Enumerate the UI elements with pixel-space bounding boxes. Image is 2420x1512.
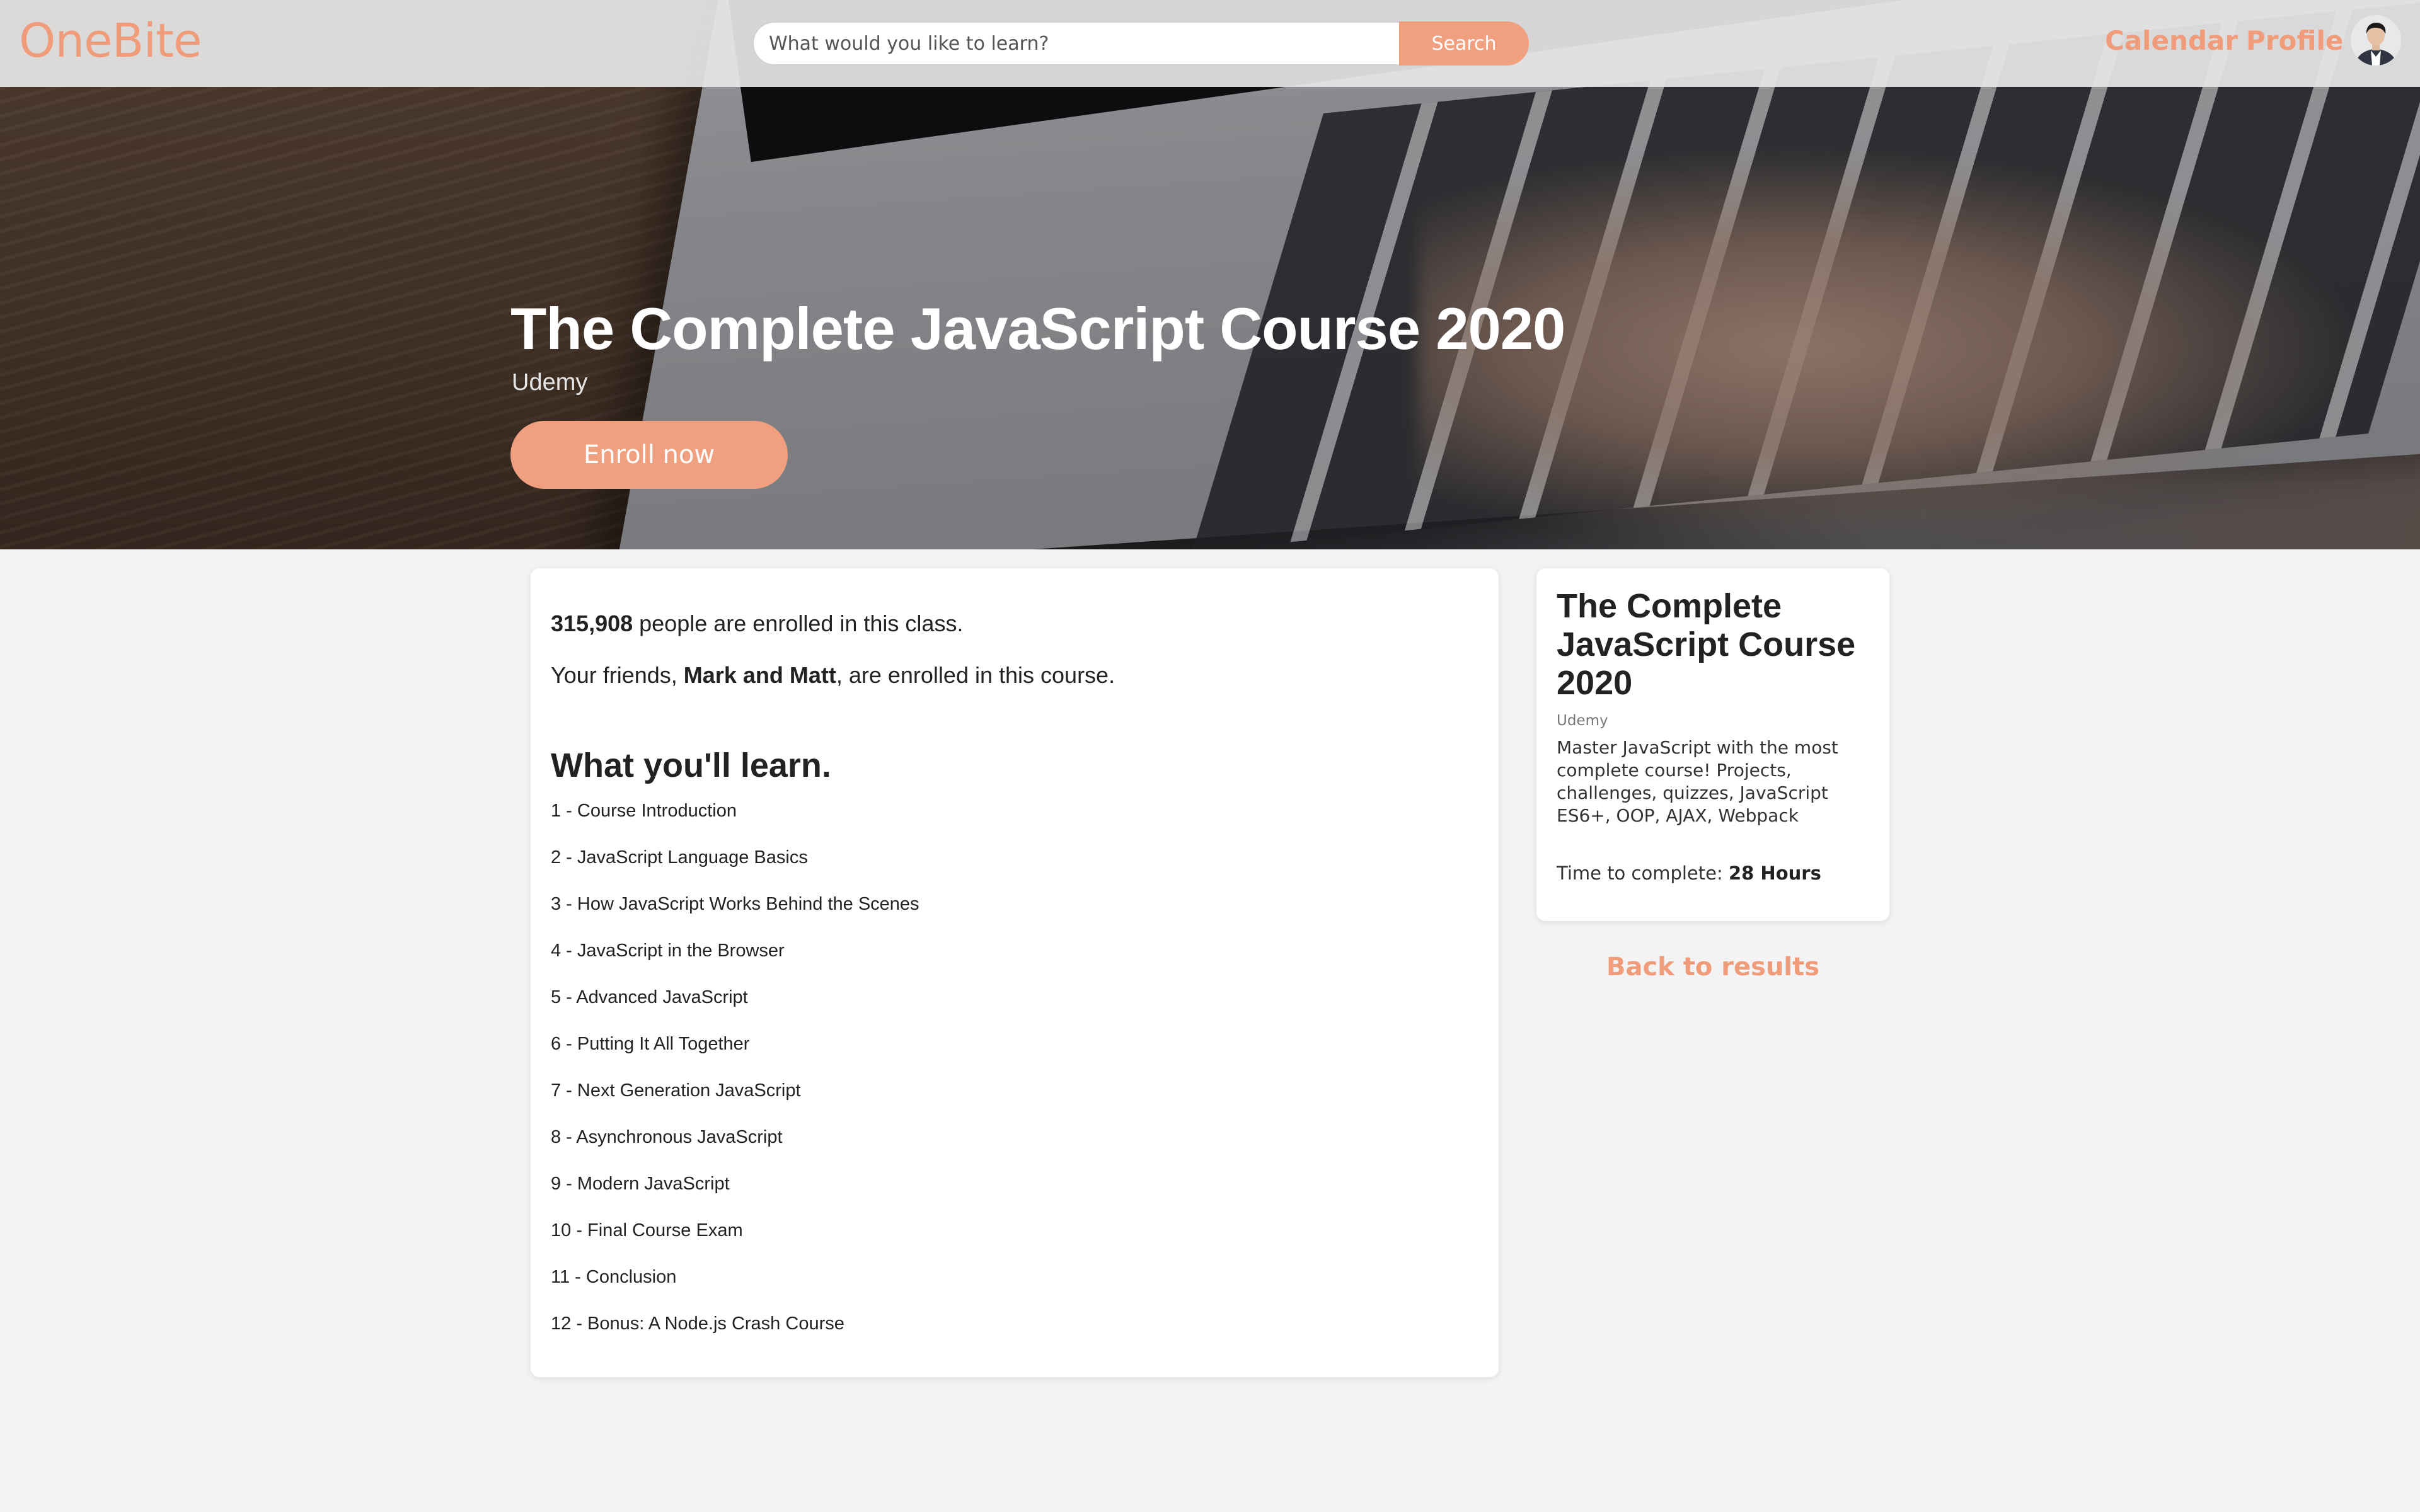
lesson-item: 4 - JavaScript in the Browser [551, 941, 785, 961]
enrollment-count-suffix: people are enrolled in this class. [633, 610, 964, 636]
lesson-item: 8 - Asynchronous JavaScript [551, 1127, 783, 1147]
back-to-results-link[interactable]: Back to results [1536, 953, 1889, 982]
search-bar: Search [752, 21, 1529, 66]
time-to-complete: Time to complete: 28 Hours [1557, 862, 1869, 884]
lesson-item: 5 - Advanced JavaScript [551, 987, 748, 1007]
course-details-card: 315,908 people are enrolled in this clas… [531, 568, 1499, 1377]
time-to-complete-label: Time to complete: [1557, 862, 1729, 884]
lesson-item: 3 - How JavaScript Works Behind the Scen… [551, 894, 919, 914]
user-avatar-icon [2351, 15, 2401, 66]
search-button[interactable]: Search [1399, 21, 1529, 66]
lesson-item: 12 - Bonus: A Node.js Crash Course [551, 1314, 844, 1334]
summary-course-provider: Udemy [1557, 713, 1608, 729]
hero-course-provider: Udemy [512, 369, 588, 396]
enroll-now-button[interactable]: Enroll now [510, 421, 788, 489]
friends-enrolled-text: Your friends, Mark and Matt, are enrolle… [551, 658, 1478, 693]
nav-calendar-link[interactable]: Calendar [2105, 25, 2238, 56]
top-navigation-bar: OneBite Search Calendar Profile [0, 0, 2420, 87]
avatar[interactable] [2351, 15, 2401, 66]
friends-names: Mark and Matt [683, 662, 836, 688]
learn-heading: What you'll learn. [551, 747, 831, 784]
friends-suffix: , are enrolled in this course. [836, 662, 1115, 688]
lesson-item: 10 - Final Course Exam [551, 1220, 743, 1240]
lesson-item: 1 - Course Introduction [551, 801, 737, 821]
course-summary-card: The Complete JavaScript Course 2020 Udem… [1536, 568, 1889, 921]
search-input[interactable] [752, 21, 1399, 66]
enrollment-count-text: 315,908 people are enrolled in this clas… [551, 606, 1478, 641]
lesson-item: 2 - JavaScript Language Basics [551, 847, 808, 868]
nav-profile-link[interactable]: Profile [2246, 25, 2343, 56]
enrollment-count-number: 315,908 [551, 610, 633, 636]
summary-course-description: Master JavaScript with the most complete… [1557, 737, 1838, 826]
lesson-item: 7 - Next Generation JavaScript [551, 1080, 801, 1101]
lesson-item: 9 - Modern JavaScript [551, 1174, 730, 1194]
lesson-item: 11 - Conclusion [551, 1267, 677, 1287]
onebite-logo[interactable]: OneBite [19, 14, 202, 68]
lesson-item: 6 - Putting It All Together [551, 1034, 750, 1054]
summary-course-title: The Complete JavaScript Course 2020 [1557, 587, 1856, 702]
lesson-list: 1 - Course Introduction 2 - JavaScript L… [551, 799, 1478, 1358]
hero-course-title: The Complete JavaScript Course 2020 [510, 295, 1565, 362]
time-to-complete-value: 28 Hours [1728, 862, 1821, 884]
friends-prefix: Your friends, [551, 662, 684, 688]
